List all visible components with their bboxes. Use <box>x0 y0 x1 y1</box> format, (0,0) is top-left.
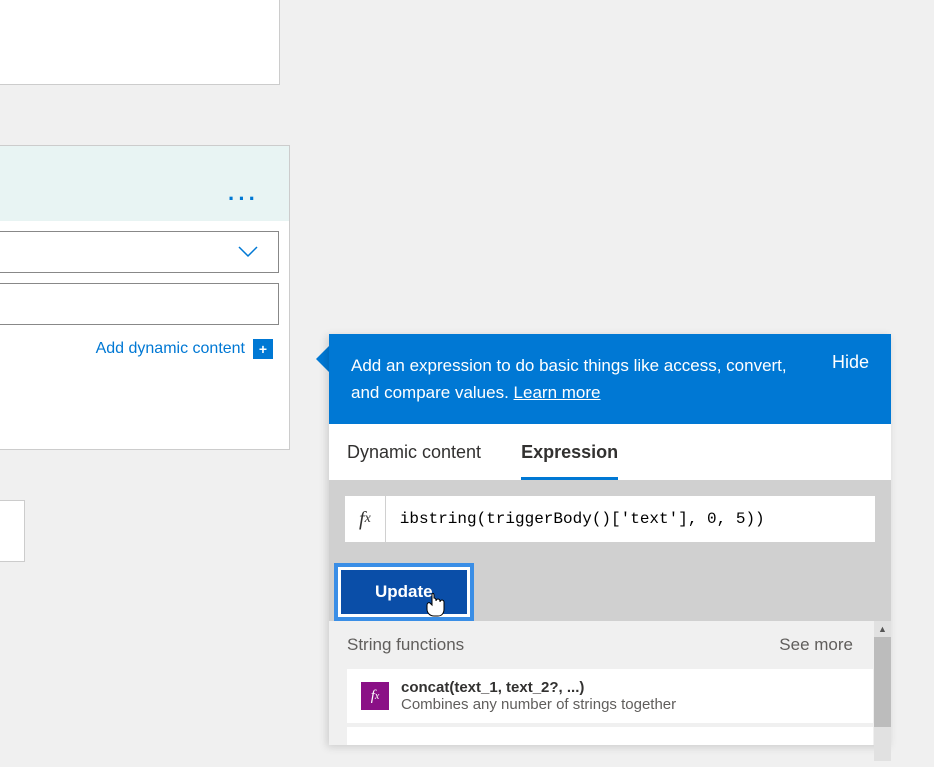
expression-panel: Add an expression to do basic things lik… <box>329 334 891 745</box>
more-options-icon[interactable]: ··· <box>228 186 259 212</box>
text-input[interactable] <box>0 283 279 325</box>
add-dynamic-label: Add dynamic content <box>96 340 245 358</box>
scroll-thumb[interactable] <box>874 637 891 727</box>
function-name: concat(text_1, text_2?, ...) <box>401 679 676 696</box>
tab-dynamic-content[interactable]: Dynamic content <box>347 442 481 480</box>
add-dynamic-content-link[interactable]: Add dynamic content + <box>0 339 273 359</box>
action-card-top <box>0 0 280 85</box>
expression-input-area: fx ibstring(triggerBody()['text'], 0, 5)… <box>329 480 891 558</box>
expression-header-text: Add an expression to do basic things lik… <box>351 352 812 406</box>
function-item-partial[interactable] <box>347 727 873 745</box>
tabs: Dynamic content Expression <box>329 424 891 480</box>
function-description: Combines any number of strings together <box>401 696 676 713</box>
callout-arrow-icon <box>316 345 330 373</box>
expression-header: Add an expression to do basic things lik… <box>329 334 891 424</box>
section-title: String functions <box>347 635 464 655</box>
chevron-down-icon <box>238 241 258 264</box>
dropdown-input[interactable] <box>0 231 279 273</box>
learn-more-link[interactable]: Learn more <box>514 383 601 402</box>
action-card-main: ··· Add dynamic content + <box>0 145 290 450</box>
see-more-link[interactable]: See more <box>779 635 853 655</box>
action-header: ··· <box>0 146 289 221</box>
fx-function-icon: fx <box>361 682 389 710</box>
expression-text[interactable]: ibstring(triggerBody()['text'], 0, 5)) <box>386 510 875 528</box>
scroll-up-icon[interactable]: ▲ <box>874 621 891 637</box>
fx-icon: fx <box>345 496 386 542</box>
update-button-focus-ring: Update <box>334 563 474 621</box>
functions-area: ▲ String functions See more fx concat(te… <box>329 621 891 745</box>
function-item-concat[interactable]: fx concat(text_1, text_2?, ...) Combines… <box>347 669 873 723</box>
update-row: Update <box>329 558 891 621</box>
expression-input-row[interactable]: fx ibstring(triggerBody()['text'], 0, 5)… <box>345 496 875 542</box>
function-text: concat(text_1, text_2?, ...) Combines an… <box>401 679 676 713</box>
update-button[interactable]: Update <box>340 569 468 615</box>
scrollbar[interactable]: ▲ <box>874 621 891 761</box>
plus-icon: + <box>253 339 273 359</box>
section-header: String functions See more <box>329 621 891 669</box>
partial-card <box>0 500 25 562</box>
tab-expression[interactable]: Expression <box>521 442 618 480</box>
hide-link[interactable]: Hide <box>832 352 869 373</box>
